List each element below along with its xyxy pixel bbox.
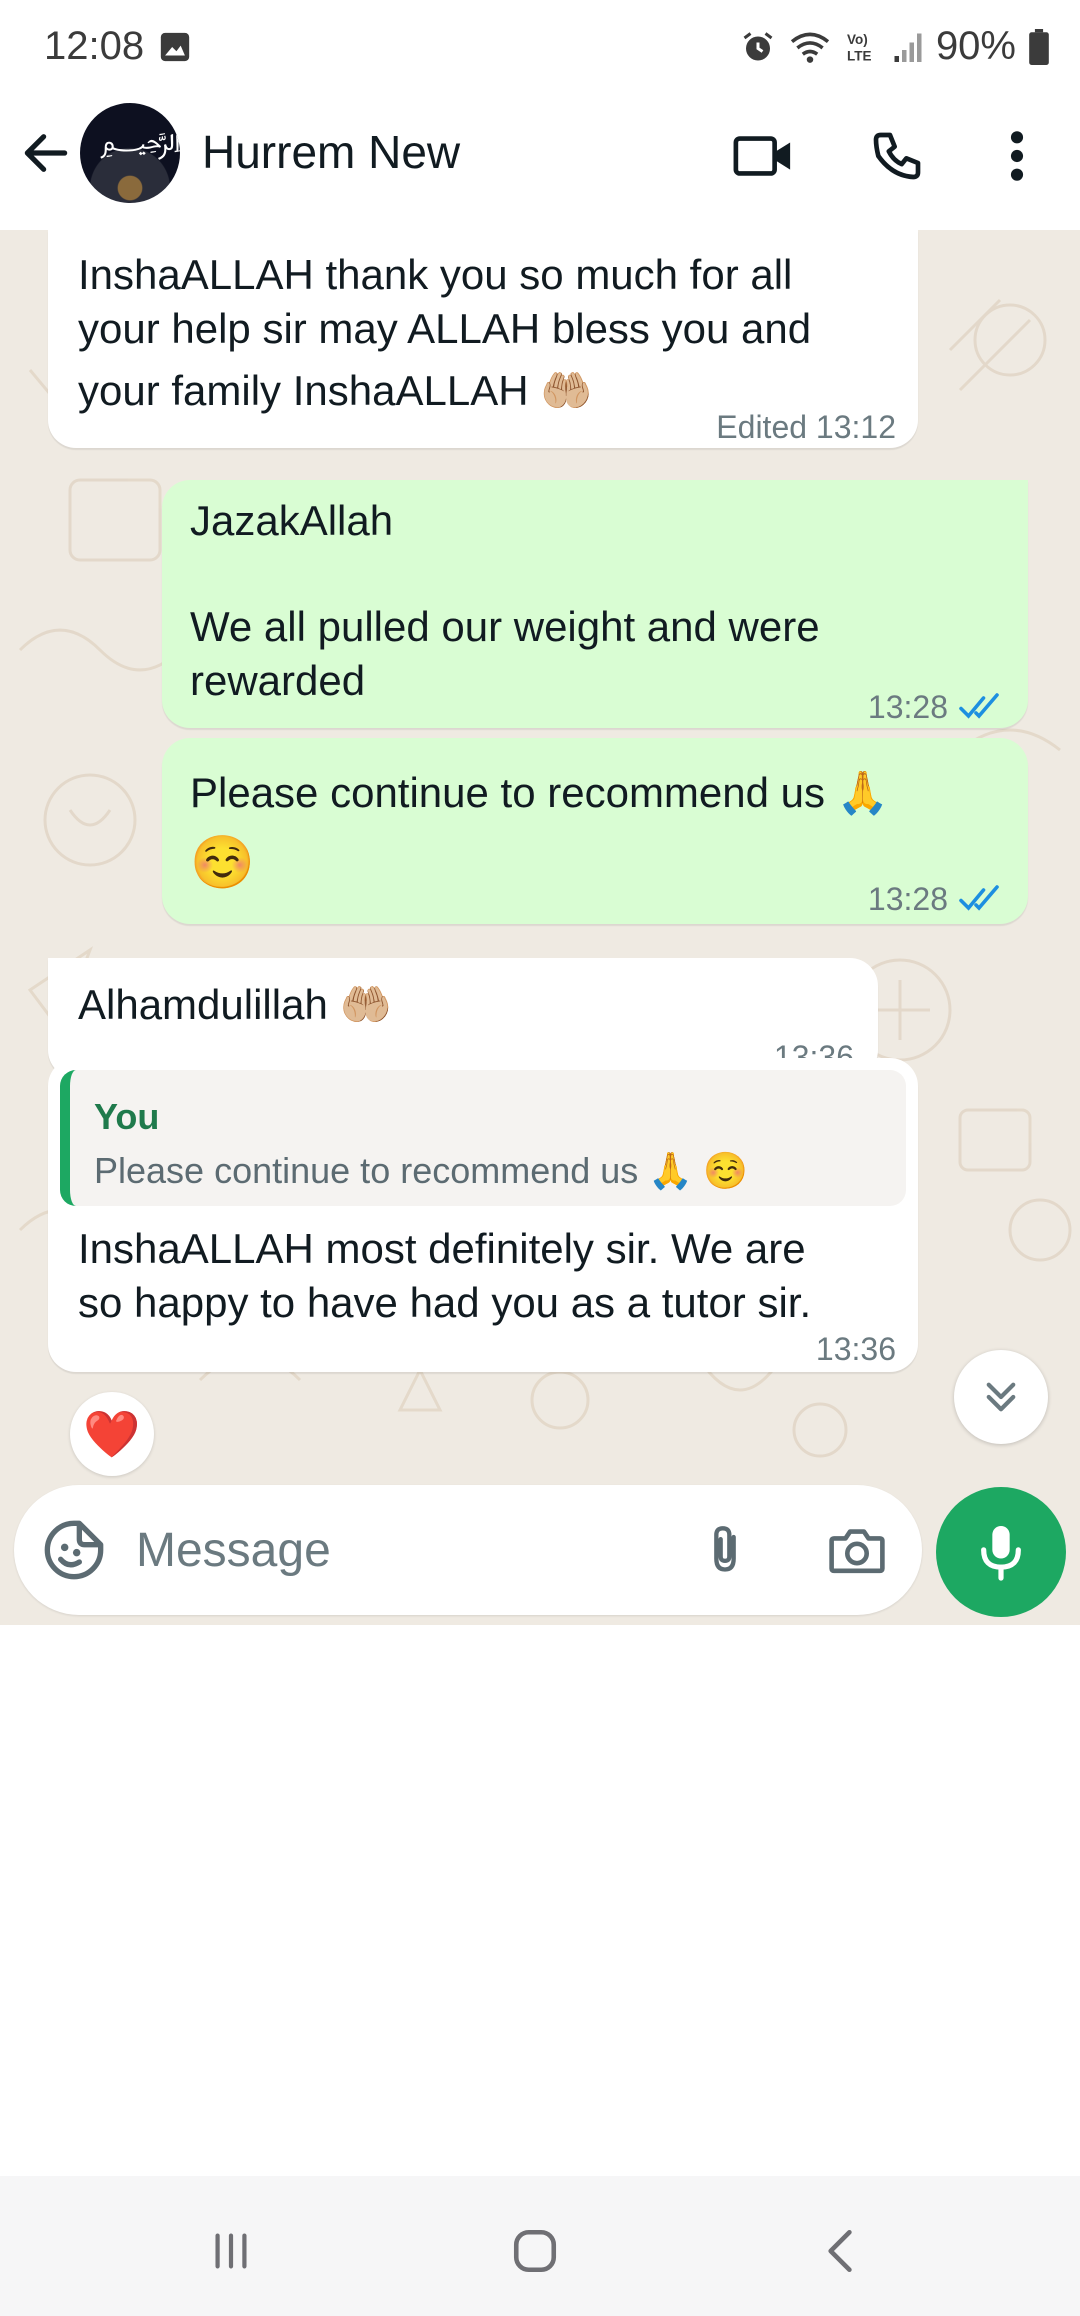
back-chevron-icon xyxy=(828,2229,852,2273)
message-meta: 13:36 xyxy=(816,1322,896,1376)
camera-button[interactable] xyxy=(822,1515,892,1585)
scroll-to-bottom-button[interactable] xyxy=(954,1350,1048,1444)
back-arrow-icon[interactable] xyxy=(18,125,74,181)
contact-avatar[interactable]: ﷽ xyxy=(80,103,180,203)
gallery-notification-icon xyxy=(160,32,190,62)
heart-reaction-icon: ❤️ xyxy=(83,1408,141,1460)
message-timestamp: Edited 13:12 xyxy=(716,409,896,445)
message-text-line: JazakAllah xyxy=(190,497,394,544)
video-call-button[interactable] xyxy=(728,121,798,191)
more-options-button[interactable] xyxy=(982,121,1052,191)
message-bubble-outgoing[interactable]: Please continue to recommend us 🙏 ☺️ 13:… xyxy=(162,738,1028,924)
volte-icon: Vo) LTE xyxy=(847,32,872,64)
chat-messages-area[interactable]: InshaALLAH thank you so much for all you… xyxy=(0,230,1080,1480)
message-text-line: InshaALLAH thank you so much for all xyxy=(78,251,793,298)
microphone-icon xyxy=(981,1526,1021,1581)
message-text-line: rewarded xyxy=(190,657,366,704)
message-bubble-incoming-reply[interactable]: You Please continue to recommend us 🙏 ☺️… xyxy=(48,1058,918,1372)
battery-icon xyxy=(1029,28,1049,65)
svg-text:LTE: LTE xyxy=(847,48,872,63)
message-reaction[interactable]: ❤️ xyxy=(70,1392,154,1476)
message-timestamp: 13:36 xyxy=(815,1331,896,1367)
message-meta: 13:28 xyxy=(868,872,1006,926)
message-input[interactable]: Message xyxy=(136,1523,331,1578)
double-chevron-down-icon xyxy=(986,1382,1016,1412)
message-timestamp: 13:28 xyxy=(867,689,948,725)
avatar-calligraphy-icon: ﷽ xyxy=(100,119,180,170)
message-text-line: Please continue to recommend us 🙏 xyxy=(190,769,889,816)
message-meta: Edited 13:12 xyxy=(716,400,896,454)
message-text-line: We all pulled our weight and were xyxy=(190,603,820,650)
message-timestamp: 13:28 xyxy=(867,881,948,917)
signal-icon xyxy=(894,33,922,62)
recent-apps-button[interactable] xyxy=(196,2216,266,2286)
read-receipt-icon xyxy=(959,693,999,719)
more-options-icon xyxy=(1010,131,1024,181)
system-navigation-bar xyxy=(0,2176,1080,2316)
message-text-line: your family InshaALLAH 🤲🏼 xyxy=(78,367,593,414)
paperclip-icon xyxy=(714,1526,736,1572)
message-meta: 13:28 xyxy=(868,680,1006,734)
recent-apps-icon xyxy=(215,2233,247,2269)
quoted-message[interactable]: You Please continue to recommend us 🙏 ☺️ xyxy=(60,1070,906,1206)
message-text-line: your help sir may ALLAH bless you and xyxy=(78,305,812,352)
quoted-text: Please continue to recommend us 🙏 ☺️ xyxy=(94,1150,748,1191)
message-text-line: InshaALLAH most definitely sir. We are xyxy=(78,1225,806,1272)
message-text-line: so happy to have had you as a tutor sir. xyxy=(78,1279,812,1326)
video-call-icon xyxy=(733,136,791,176)
system-back-button[interactable] xyxy=(804,2216,874,2286)
message-text-line: ☺️ xyxy=(190,834,255,892)
message-bubble-outgoing[interactable]: JazakAllah We all pulled our weight and … xyxy=(162,480,1028,728)
battery-percent: 90% xyxy=(935,24,1016,68)
message-bubble-incoming[interactable]: InshaALLAH thank you so much for all you… xyxy=(48,230,918,448)
svg-text:Vo): Vo) xyxy=(847,32,868,47)
home-button[interactable] xyxy=(500,2216,570,2286)
wifi-icon xyxy=(790,32,830,63)
alarm-icon xyxy=(743,31,773,60)
attach-button[interactable] xyxy=(690,1515,760,1585)
voice-message-button[interactable] xyxy=(936,1487,1066,1617)
chat-header: ﷽ Hurrem New xyxy=(0,95,1080,230)
voice-call-icon xyxy=(873,132,921,180)
camera-icon xyxy=(829,1529,885,1574)
status-time: 12:08 xyxy=(44,24,145,68)
quoted-author: You xyxy=(94,1096,160,1137)
sticker-emoji-icon[interactable] xyxy=(42,1518,106,1582)
message-text-line: Alhamdulillah 🤲🏼 xyxy=(78,981,392,1028)
voice-call-button[interactable] xyxy=(862,121,932,191)
status-bar: 12:08 Vo) LTE 90% xyxy=(0,0,1080,95)
contact-name[interactable]: Hurrem New xyxy=(202,125,460,179)
read-receipt-icon xyxy=(959,885,999,911)
home-icon xyxy=(513,2229,557,2273)
message-composer[interactable]: Message xyxy=(14,1485,922,1615)
